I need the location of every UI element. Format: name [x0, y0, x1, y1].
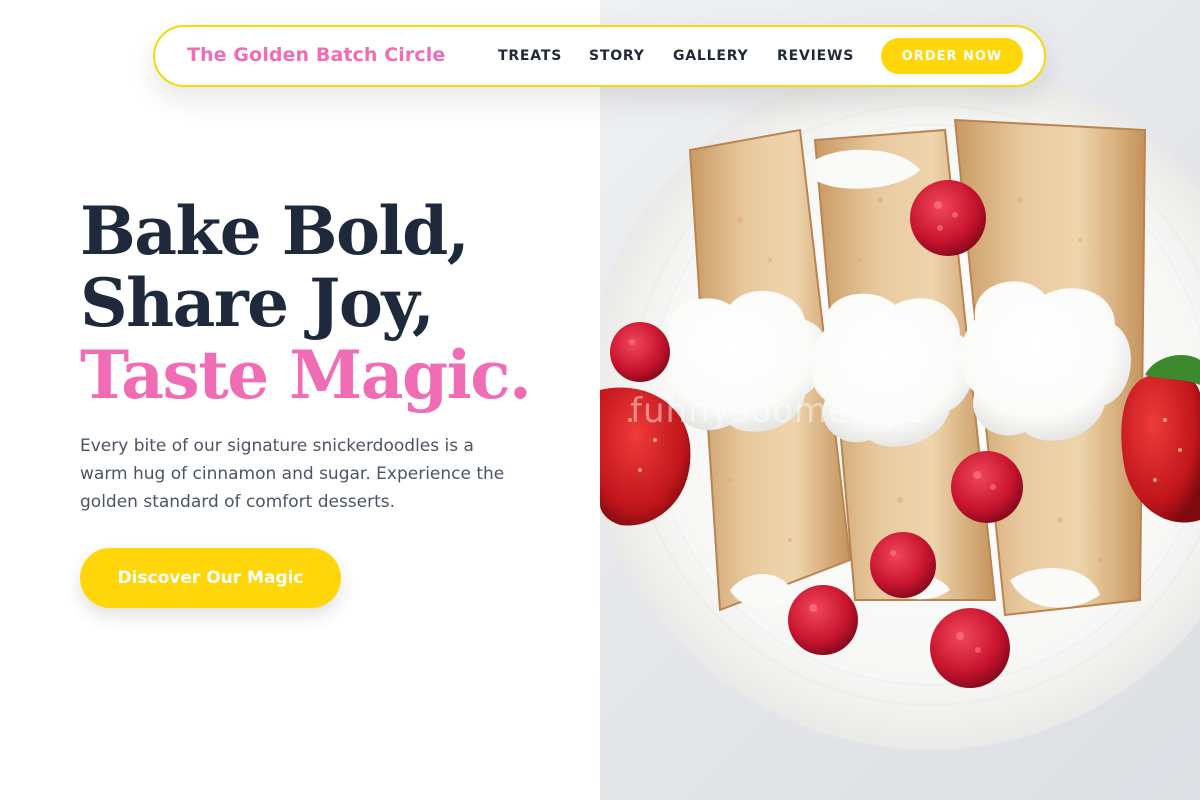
discover-our-magic-button[interactable]: Discover Our Magic: [80, 548, 341, 608]
hero-description: Every bite of our signature snickerdoodl…: [80, 436, 505, 512]
headline-line-1: Bake Bold,: [80, 192, 470, 270]
headline-line-2: Share Joy,: [80, 264, 435, 342]
hero-headline: Bake Bold, Share Joy, Taste Magic.: [80, 195, 600, 411]
nav-link-reviews[interactable]: REVIEWS: [777, 48, 854, 64]
nav-link-treats[interactable]: TREATS: [498, 48, 562, 64]
top-navbar: The Golden Batch Circle TREATS STORY GAL…: [153, 25, 1046, 87]
nav-link-story[interactable]: STORY: [589, 48, 645, 64]
hero-image: funnysoome.xyz: [600, 0, 1200, 800]
headline-line-3: Taste Magic.: [80, 336, 532, 414]
svg-text:funnysoome.xyz: funnysoome.xyz: [630, 391, 923, 431]
brand-logo[interactable]: The Golden Batch Circle: [187, 44, 445, 66]
order-now-button[interactable]: ORDER NOW: [881, 38, 1023, 74]
nav-link-gallery[interactable]: GALLERY: [673, 48, 748, 64]
crepes-plate-illustration: funnysoome.xyz: [600, 60, 1200, 750]
